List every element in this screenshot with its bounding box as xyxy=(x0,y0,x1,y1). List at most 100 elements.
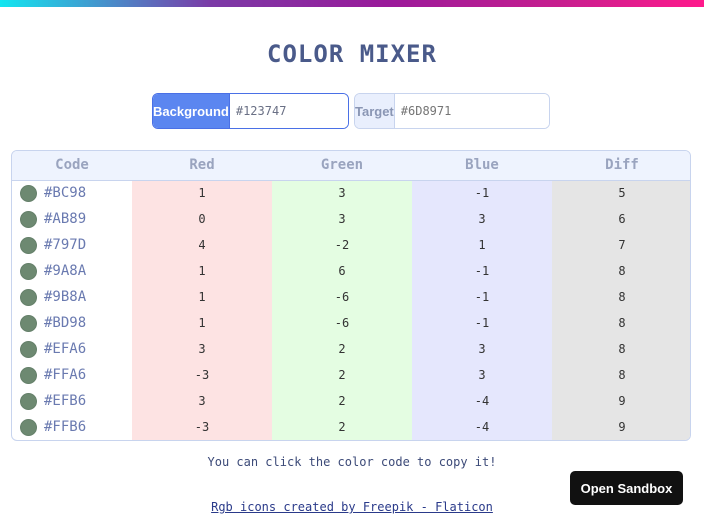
cell-red: 1 xyxy=(132,258,272,284)
table-row: #FFB6 -3 2 -4 9 xyxy=(12,414,690,440)
cell-code[interactable]: #FFB6 xyxy=(12,414,132,440)
cell-diff: 8 xyxy=(552,362,690,388)
table-row: #797D 4 -2 1 7 xyxy=(12,232,690,258)
color-code-text[interactable]: #EFB6 xyxy=(44,393,86,409)
color-code-copy[interactable]: #EFA6 xyxy=(20,340,132,358)
cell-code[interactable]: #9A8A xyxy=(12,258,132,284)
cell-green: -2 xyxy=(272,232,412,258)
background-input-group: Background xyxy=(152,93,349,129)
color-code-text[interactable]: #FFB6 xyxy=(44,419,86,435)
cell-green: 2 xyxy=(272,388,412,414)
table-row: #AB89 0 3 3 6 xyxy=(12,206,690,232)
cell-red: 4 xyxy=(132,232,272,258)
table-row: #EFB6 3 2 -4 9 xyxy=(12,388,690,414)
color-code-text[interactable]: #797D xyxy=(44,237,86,253)
cell-blue: 3 xyxy=(412,362,552,388)
open-sandbox-button[interactable]: Open Sandbox xyxy=(570,471,683,505)
color-swatch-icon xyxy=(20,418,37,436)
color-code-text[interactable]: #AB89 xyxy=(44,211,86,227)
cell-green: -6 xyxy=(272,284,412,310)
table-row: #EFA6 3 2 3 8 xyxy=(12,336,690,362)
table-row: #FFA6 -3 2 3 8 xyxy=(12,362,690,388)
color-code-text[interactable]: #9A8A xyxy=(44,263,86,279)
cell-code[interactable]: #FFA6 xyxy=(12,362,132,388)
color-code-text[interactable]: #EFA6 xyxy=(44,341,86,357)
cell-blue: -1 xyxy=(412,310,552,336)
table-row: #BD98 1 -6 -1 8 xyxy=(12,310,690,336)
cell-blue: -4 xyxy=(412,414,552,440)
page-title: COLOR MIXER xyxy=(267,40,437,68)
cell-blue: 3 xyxy=(412,206,552,232)
cell-green: 2 xyxy=(272,362,412,388)
header-green: Green xyxy=(320,157,364,174)
color-swatch-icon xyxy=(20,392,37,410)
color-code-copy[interactable]: #BD98 xyxy=(20,314,132,332)
background-label: Background xyxy=(153,94,230,128)
cell-code[interactable]: #BD98 xyxy=(12,310,132,336)
cell-diff: 5 xyxy=(552,180,690,206)
cell-code[interactable]: #797D xyxy=(12,232,132,258)
cell-green: 3 xyxy=(272,206,412,232)
cell-code[interactable]: #EFB6 xyxy=(12,388,132,414)
cell-diff: 6 xyxy=(552,206,690,232)
cell-blue: 1 xyxy=(412,232,552,258)
cell-red: -3 xyxy=(132,362,272,388)
table-header-row: Code Red Green Blue Diff xyxy=(12,151,690,180)
cell-code[interactable]: #9B8A xyxy=(12,284,132,310)
header-code: Code xyxy=(55,157,89,174)
cell-diff: 8 xyxy=(552,284,690,310)
cell-code[interactable]: #EFA6 xyxy=(12,336,132,362)
cell-diff: 8 xyxy=(552,336,690,362)
cell-green: 2 xyxy=(272,414,412,440)
table-row: #9B8A 1 -6 -1 8 xyxy=(12,284,690,310)
cell-blue: -1 xyxy=(412,180,552,206)
cell-diff: 8 xyxy=(552,258,690,284)
table-row: #9A8A 1 6 -1 8 xyxy=(12,258,690,284)
color-swatch-icon xyxy=(20,366,37,384)
color-table: Code Red Green Blue Diff #BC98 1 3 -1 5 #AB89… xyxy=(12,151,690,440)
cell-red: 0 xyxy=(132,206,272,232)
color-swatch-icon xyxy=(20,340,37,358)
table-row: #BC98 1 3 -1 5 xyxy=(12,180,690,206)
cell-green: 3 xyxy=(272,180,412,206)
cell-green: 6 xyxy=(272,258,412,284)
header-blue: Blue xyxy=(465,157,499,174)
color-table-container: Code Red Green Blue Diff #BC98 1 3 -1 5 #AB89… xyxy=(11,150,691,441)
cell-blue: -1 xyxy=(412,284,552,310)
target-label: Target xyxy=(355,94,395,128)
cell-green: -6 xyxy=(272,310,412,336)
color-code-copy[interactable]: #AB89 xyxy=(20,210,132,228)
color-code-copy[interactable]: #FFA6 xyxy=(20,366,132,384)
color-code-copy[interactable]: #797D xyxy=(20,236,132,254)
cell-red: -3 xyxy=(132,414,272,440)
color-code-text[interactable]: #FFA6 xyxy=(44,367,86,383)
color-code-text[interactable]: #BC98 xyxy=(44,185,86,201)
cell-blue: -1 xyxy=(412,258,552,284)
top-gradient-bar xyxy=(0,0,704,7)
color-swatch-icon xyxy=(20,236,37,254)
color-code-copy[interactable]: #9B8A xyxy=(20,288,132,306)
cell-diff: 8 xyxy=(552,310,690,336)
cell-diff: 9 xyxy=(552,388,690,414)
cell-blue: -4 xyxy=(412,388,552,414)
copy-hint: You can click the color code to copy it! xyxy=(207,455,497,469)
cell-code[interactable]: #AB89 xyxy=(12,206,132,232)
target-input[interactable] xyxy=(394,94,549,128)
color-swatch-icon xyxy=(20,210,37,228)
color-swatch-icon xyxy=(20,314,37,332)
color-code-text[interactable]: #BD98 xyxy=(44,315,86,331)
color-code-copy[interactable]: #9A8A xyxy=(20,262,132,280)
cell-blue: 3 xyxy=(412,336,552,362)
cell-code[interactable]: #BC98 xyxy=(12,180,132,206)
cell-red: 3 xyxy=(132,388,272,414)
color-code-copy[interactable]: #BC98 xyxy=(20,184,132,202)
color-swatch-icon xyxy=(20,262,37,280)
color-code-copy[interactable]: #FFB6 xyxy=(20,418,132,436)
color-code-copy[interactable]: #EFB6 xyxy=(20,392,132,410)
header-diff: Diff xyxy=(605,157,639,174)
header-red: Red xyxy=(189,157,215,174)
color-code-text[interactable]: #9B8A xyxy=(44,289,86,305)
cell-red: 1 xyxy=(132,310,272,336)
background-input[interactable] xyxy=(229,94,348,128)
cell-green: 2 xyxy=(272,336,412,362)
